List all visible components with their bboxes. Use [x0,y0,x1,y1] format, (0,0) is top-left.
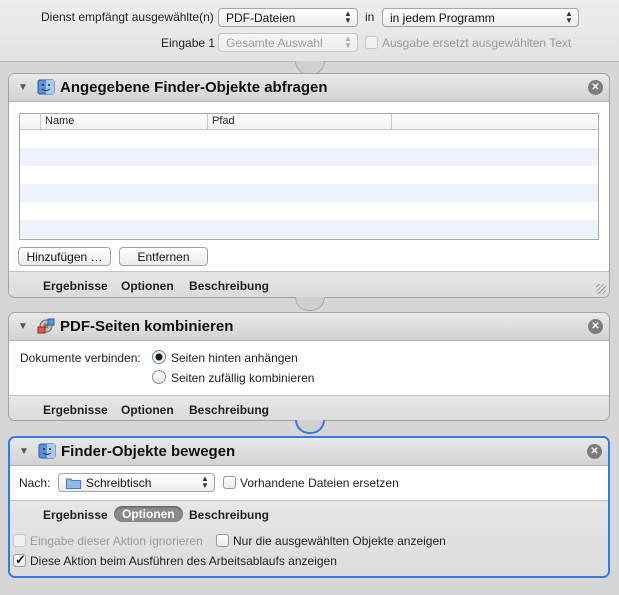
close-icon[interactable]: ✕ [588,319,603,334]
action-title-bar[interactable]: ▼ Angegebene Finder-Objekte abfragen ✕ [9,74,609,102]
output-replaces-label: Ausgabe ersetzt ausgewählten Text [382,36,572,50]
table-row[interactable] [20,184,598,202]
table-row[interactable] [20,130,598,148]
append-pages-radio[interactable] [152,350,166,364]
replace-existing-checkbox[interactable] [223,476,236,489]
checkmark-icon: ✓ [15,552,26,567]
folder-icon [66,478,81,489]
tab-description[interactable]: Beschreibung [189,279,269,293]
tab-options[interactable]: Optionen [121,279,174,293]
column-header-path[interactable]: Pfad [212,115,235,127]
action-title-bar[interactable]: ▼ Finder-Objekte bewegen ✕ [10,438,608,466]
action-content: Nach: Schreibtisch ▲ ▼ Vorhandene Dateien… [10,466,608,502]
close-icon[interactable]: ✕ [588,80,603,95]
tab-results[interactable]: Ergebnisse [43,508,108,522]
column-separator [40,114,41,129]
shuffle-pages-label[interactable]: Seiten zufällig kombinieren [171,371,314,385]
remove-button[interactable]: Entfernen [119,247,208,266]
output-replaces-checkbox[interactable] [365,36,378,49]
updown-arrows-icon: ▲ ▼ [565,9,573,25]
connector-notch [295,297,325,311]
combine-documents-label: Dokumente verbinden: [20,351,141,365]
action-footer: Ergebnisse Optionen Beschreibung Eingabe… [10,500,608,576]
show-when-run-label: Diese Aktion beim Ausführen des Arbeitsa… [30,554,337,568]
updown-arrows-icon: ▲ ▼ [201,474,209,490]
action-combine-pdf-pages: ▼ PDF-Seiten kombinieren ✕ Dokumente ver… [8,312,610,421]
action-title: Finder-Objekte bewegen [61,443,236,460]
action-content: Dokumente verbinden: Seiten hinten anhän… [9,341,609,397]
only-selected-label: Nur die ausgewählten Objekte anzeigen [233,534,446,548]
action-content: Name Pfad Hinzufügen … Entfernen [9,102,609,273]
ignore-input-label: Eingabe dieser Aktion ignorieren [30,534,203,548]
column-separator [391,114,392,129]
disclosure-triangle-icon[interactable]: ▼ [18,82,28,93]
pdf-combine-icon [37,318,55,334]
action-get-finder-items: ▼ Angegebene Finder-Objekte abfragen ✕ N… [8,73,610,298]
service-input-type-value: PDF-Dateien [226,11,296,25]
table-header: Name Pfad [20,114,598,130]
shuffle-pages-radio[interactable] [152,370,166,384]
action-move-finder-items: ▼ Finder-Objekte bewegen ✕ Nach: Schreib… [8,436,610,578]
destination-popup[interactable]: Schreibtisch ▲ ▼ [58,473,215,492]
table-row[interactable] [20,148,598,166]
finder-icon [37,79,55,95]
column-separator [207,114,208,129]
input-popup[interactable]: Gesamte Auswahl ▲ ▼ [218,33,358,52]
action-footer: Ergebnisse Optionen Beschreibung [9,395,609,420]
tab-results[interactable]: Ergebnisse [43,403,108,417]
show-when-run-checkbox[interactable]: ✓ [13,552,26,567]
resize-handle-icon[interactable] [596,284,606,294]
ignore-input-checkbox[interactable] [13,534,26,547]
tab-results[interactable]: Ergebnisse [43,279,108,293]
input-label: Eingabe 1 [161,36,216,50]
table-row[interactable] [20,166,598,184]
replace-existing-label: Vorhandene Dateien ersetzen [240,476,399,490]
table-row[interactable] [20,202,598,220]
disclosure-triangle-icon[interactable]: ▼ [18,321,28,332]
finder-icon [38,443,56,459]
destination-value: Schreibtisch [86,476,152,490]
action-footer: Ergebnisse Optionen Beschreibung [9,271,609,297]
table-row[interactable] [20,220,598,238]
tab-options[interactable]: Optionen [121,403,174,417]
action-title: Angegebene Finder-Objekte abfragen [60,79,328,96]
only-selected-checkbox[interactable] [216,534,229,547]
workflow-header: Dienst empfängt ausgewählte(n) PDF-Datei… [0,0,619,62]
action-title-bar[interactable]: ▼ PDF-Seiten kombinieren ✕ [9,313,609,341]
tab-description[interactable]: Beschreibung [189,508,269,522]
tab-options[interactable]: Optionen [114,506,183,522]
close-icon[interactable]: ✕ [587,444,602,459]
destination-label: Nach: [19,476,51,490]
connector-notch [295,420,325,434]
in-label: in [365,10,375,24]
input-value: Gesamte Auswahl [226,36,323,50]
items-table[interactable]: Name Pfad [19,113,599,240]
service-receives-label: Dienst empfängt ausgewählte(n) [41,10,214,24]
updown-arrows-icon: ▲ ▼ [344,34,352,50]
updown-arrows-icon: ▲ ▼ [344,9,352,25]
append-pages-label[interactable]: Seiten hinten anhängen [171,351,298,365]
add-button[interactable]: Hinzufügen … [18,247,111,266]
application-value: in jedem Programm [390,11,495,25]
action-title: PDF-Seiten kombinieren [60,318,234,335]
column-header-name[interactable]: Name [45,115,74,127]
service-input-type-popup[interactable]: PDF-Dateien ▲ ▼ [218,8,358,27]
disclosure-triangle-icon[interactable]: ▼ [19,446,29,457]
tab-description[interactable]: Beschreibung [189,403,269,417]
application-popup[interactable]: in jedem Programm ▲ ▼ [382,8,579,27]
